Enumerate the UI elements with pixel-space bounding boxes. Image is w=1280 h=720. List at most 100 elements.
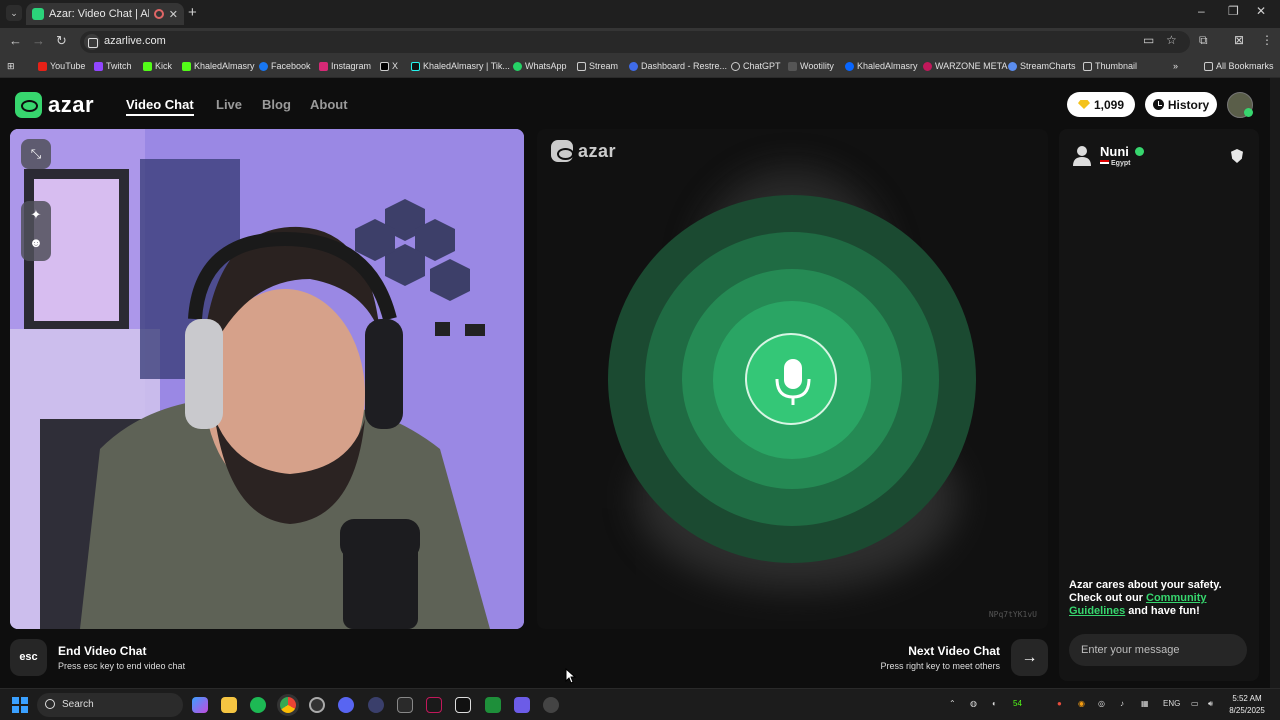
- discord-icon[interactable]: [338, 697, 354, 713]
- microphone-icon: [775, 359, 811, 405]
- bookmark-instagram[interactable]: Instagram: [319, 61, 371, 71]
- close-tab-icon[interactable]: ✕: [169, 8, 178, 21]
- file-explorer-icon[interactable]: [221, 697, 237, 713]
- tray-record-icon[interactable]: ●: [1057, 699, 1062, 708]
- tray-expand-icon[interactable]: ⌃: [949, 699, 956, 708]
- tab-search-icon[interactable]: ⌄: [6, 5, 22, 21]
- bookmark-x[interactable]: X: [380, 61, 398, 71]
- capcut-icon[interactable]: [426, 697, 442, 713]
- browser-tab-azar[interactable]: Azar: Video Chat | Alternati ✕: [26, 3, 184, 25]
- page-scrollbar[interactable]: [1270, 78, 1280, 688]
- network-icon[interactable]: ▭: [1191, 699, 1199, 708]
- bookmark-khaledalmasry[interactable]: KhaledAlmasry: [182, 61, 255, 71]
- tray-counter[interactable]: 54: [1013, 699, 1022, 708]
- minimize-icon[interactable]: –: [1198, 4, 1205, 18]
- taskbar-search[interactable]: Search: [37, 693, 183, 717]
- bookmark-label: Kick: [155, 61, 173, 71]
- recording-icon: [153, 9, 164, 19]
- back-icon[interactable]: ←: [9, 33, 22, 48]
- end-chat-button[interactable]: esc: [10, 639, 47, 676]
- kick-icon: [182, 61, 191, 71]
- bookmark-wootility[interactable]: Wootility: [788, 61, 834, 71]
- forward-icon[interactable]: →: [32, 33, 45, 48]
- bookmark-label: KhaledAlmasry | Tik...: [423, 61, 510, 71]
- apps-icon[interactable]: ⊞: [7, 61, 15, 72]
- system-clock[interactable]: 5:52 AM 8/25/2025: [1224, 693, 1270, 717]
- next-chat-arrow-icon[interactable]: →: [1011, 639, 1048, 676]
- history-label: History: [1167, 97, 1210, 112]
- window-close-icon[interactable]: ✕: [1256, 4, 1266, 18]
- azar-logo[interactable]: azar: [15, 92, 94, 118]
- history-icon: [1152, 99, 1164, 110]
- profile-icon[interactable]: ⊠: [1234, 33, 1244, 47]
- bookmark-stream[interactable]: Stream: [577, 61, 618, 71]
- cast-icon[interactable]: ▭: [1143, 33, 1154, 47]
- meta-icon: [845, 61, 854, 71]
- sparkle-icon[interactable]: ✦: [21, 201, 51, 229]
- twitch-icon: [94, 61, 103, 71]
- tray-app-icon[interactable]: ◐: [992, 699, 997, 708]
- extensions-icon[interactable]: ⧉: [1199, 33, 1208, 48]
- new-tab-icon[interactable]: +: [188, 4, 197, 21]
- effects-panel: ✦ ☻: [21, 201, 51, 261]
- safety-line-2: Check out our: [1069, 592, 1147, 604]
- discord-tray-icon[interactable]: ◍: [970, 699, 977, 708]
- keyboard-app-icon[interactable]: [397, 697, 413, 713]
- nav-video-chat[interactable]: Video Chat: [126, 97, 194, 116]
- nav-live[interactable]: Live: [216, 97, 242, 112]
- language-indicator[interactable]: ENG: [1163, 699, 1180, 708]
- bookmark-label: ChatGPT: [743, 61, 781, 71]
- site-info-icon[interactable]: [84, 34, 100, 50]
- peer-info: Nuni Egypt: [1071, 144, 1251, 174]
- peer-avatar-icon: [1073, 146, 1091, 166]
- microphone-button: [745, 333, 837, 425]
- settings-app-icon[interactable]: [543, 697, 559, 713]
- call-of-duty-icon[interactable]: [455, 697, 471, 713]
- gamepad-icon[interactable]: [514, 697, 530, 713]
- bookmark-whatsapp[interactable]: WhatsApp: [513, 61, 567, 71]
- bookmark-thumbnail[interactable]: Thumbnail: [1083, 61, 1137, 71]
- bookmark-label: Facebook: [271, 61, 311, 71]
- nav-blog[interactable]: Blog: [262, 97, 291, 112]
- bookmark-label: WhatsApp: [525, 61, 567, 71]
- menu-icon[interactable]: ⋮: [1261, 33, 1273, 47]
- obs-icon[interactable]: [309, 697, 325, 713]
- all-bookmarks[interactable]: All Bookmarks: [1204, 61, 1274, 71]
- search-icon: [45, 699, 55, 709]
- azar-page: azar Video Chat Live Blog About 1,099 Hi…: [0, 78, 1270, 688]
- bookmark-chatgpt[interactable]: ChatGPT: [731, 61, 781, 71]
- gems-count: 1,099: [1093, 97, 1125, 112]
- bookmark-khaledalmasry-meta[interactable]: KhaledAlmasry: [845, 61, 918, 71]
- windows-start-icon[interactable]: [12, 697, 28, 713]
- face-filter-icon[interactable]: ☻: [21, 229, 51, 257]
- reload-icon[interactable]: ↻: [56, 33, 67, 49]
- bookmark-star-icon[interactable]: ☆: [1166, 33, 1177, 47]
- tray-app-icon-2[interactable]: ◉: [1078, 699, 1085, 708]
- razer-icon[interactable]: [485, 697, 501, 713]
- nav-about[interactable]: About: [310, 97, 348, 112]
- spotify-icon[interactable]: [250, 697, 266, 713]
- bookmark-youtube[interactable]: YouTube: [38, 61, 85, 71]
- tray-app-icon-3[interactable]: ◎: [1098, 699, 1105, 708]
- tray-keyboard-icon[interactable]: ▦: [1141, 699, 1149, 708]
- gems-button[interactable]: 1,099: [1067, 92, 1135, 117]
- address-bar[interactable]: azarlive.com: [80, 31, 1190, 53]
- volume-icon[interactable]: 🔊︎: [1208, 699, 1213, 709]
- history-button[interactable]: History: [1145, 92, 1217, 117]
- bookmark-twitch[interactable]: Twitch: [94, 61, 132, 71]
- app-icon[interactable]: [368, 697, 384, 713]
- collapse-icon[interactable]: ⤡: [21, 139, 51, 169]
- maximize-icon[interactable]: ❐: [1228, 4, 1239, 18]
- chatgpt-icon: [731, 61, 740, 71]
- more-bookmarks-icon[interactable]: »: [1173, 61, 1178, 71]
- message-input[interactable]: [1069, 634, 1247, 666]
- bookmark-restream[interactable]: Dashboard - Restre...: [629, 61, 727, 71]
- mic-tray-icon[interactable]: ♪: [1120, 699, 1124, 708]
- bookmark-streamcharts[interactable]: StreamCharts: [1008, 61, 1076, 71]
- copilot-icon[interactable]: [192, 697, 208, 713]
- bookmark-kick[interactable]: Kick: [143, 61, 172, 71]
- bookmark-tiktok[interactable]: KhaledAlmasry | Tik...: [411, 61, 510, 71]
- chrome-icon[interactable]: [280, 697, 296, 713]
- bookmark-facebook[interactable]: Facebook: [259, 61, 311, 71]
- bookmark-warzone-meta[interactable]: WARZONE META: [923, 61, 1008, 71]
